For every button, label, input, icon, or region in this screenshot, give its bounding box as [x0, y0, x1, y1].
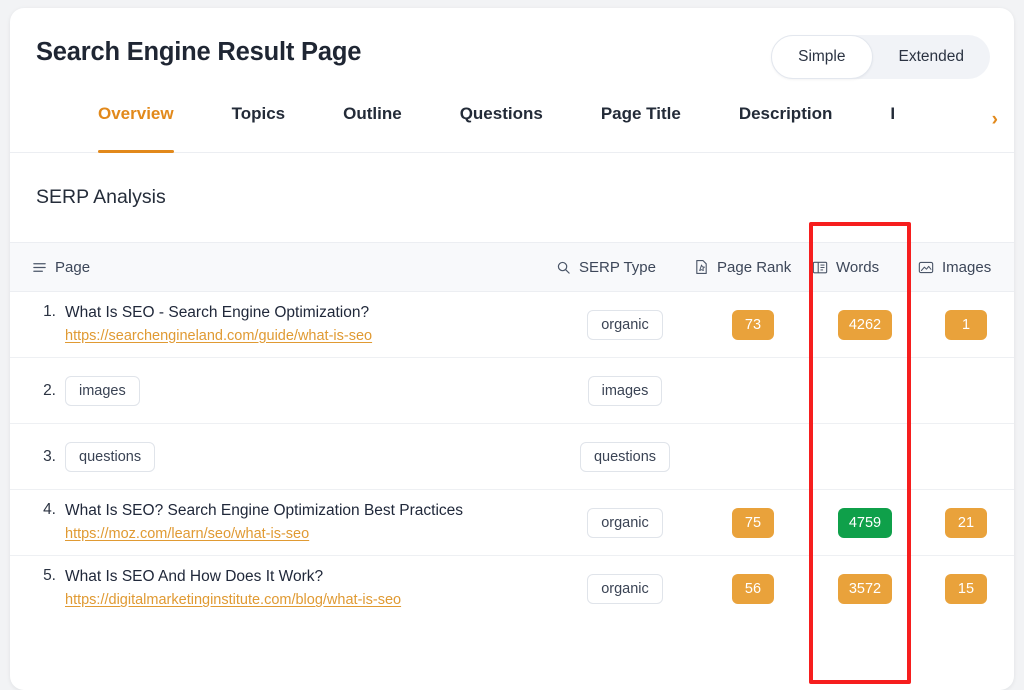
tab-overview[interactable]: Overview — [72, 96, 203, 153]
table-row[interactable]: 3. questions questions — [10, 424, 1014, 490]
list-icon — [32, 260, 47, 275]
result-title: What Is SEO And How Does It Work? — [65, 568, 324, 586]
serp-type-chip[interactable]: organic — [587, 309, 663, 340]
table-row[interactable]: 5. What Is SEO And How Does It Work? htt… — [10, 556, 1014, 622]
cell-images: 1 — [918, 309, 1014, 340]
table-row[interactable]: 1. What Is SEO - Search Engine Optimizat… — [10, 292, 1014, 358]
cell-words: 3572 — [812, 574, 918, 604]
cell-images: 21 — [918, 507, 1014, 538]
cell-page-rank: 75 — [694, 507, 812, 538]
page-rank-badge: 56 — [732, 574, 774, 604]
book-icon — [812, 260, 828, 275]
image-icon — [918, 260, 934, 275]
serp-card: Search Engine Result Page Simple Extende… — [10, 8, 1014, 690]
table-header-row: Page SERP Type Page Rank Words Images — [10, 242, 1014, 292]
words-badge: 4759 — [837, 507, 893, 538]
result-title: What Is SEO - Search Engine Optimization… — [65, 303, 370, 321]
tab-scroll-controls: › — [985, 104, 998, 134]
result-url[interactable]: https://digitalmarketinginstitute.com/bl… — [65, 591, 401, 611]
column-header-images-label: Images — [942, 258, 992, 276]
cell-images: 15 — [918, 574, 1014, 604]
column-header-words[interactable]: Words — [812, 259, 918, 276]
cell-words: 4262 — [812, 309, 918, 340]
cell-serp-type: organic — [556, 507, 694, 538]
column-header-page-rank-label: Page Rank — [717, 258, 792, 276]
view-mode-toggle[interactable]: Simple Extended — [771, 35, 990, 79]
table-row[interactable]: 2. images images — [10, 358, 1014, 424]
cell-page: 4. What Is SEO? Search Engine Optimizati… — [10, 501, 556, 544]
tab-bar: Overview Topics Outline Questions Page T… — [10, 96, 1014, 153]
cell-page: 3. questions — [10, 441, 556, 472]
view-mode-simple[interactable]: Simple — [771, 35, 873, 79]
cell-serp-type: images — [556, 375, 694, 406]
row-index: 1. — [43, 302, 56, 320]
serp-analysis-table: Page SERP Type Page Rank Words Images 1.… — [10, 242, 1014, 622]
result-url[interactable]: https://moz.com/learn/seo/what-is-seo — [65, 525, 463, 545]
result-title: What Is SEO? Search Engine Optimization … — [65, 501, 464, 519]
table-row[interactable]: 4. What Is SEO? Search Engine Optimizati… — [10, 490, 1014, 556]
images-badge: 15 — [945, 574, 987, 604]
table-body: 1. What Is SEO - Search Engine Optimizat… — [10, 292, 1014, 622]
tab-truncated[interactable]: I — [861, 96, 924, 153]
card-header: Search Engine Result Page Simple Extende… — [10, 8, 1014, 96]
row-index: 3. — [43, 447, 56, 465]
words-badge: 4262 — [837, 309, 893, 340]
row-index: 2. — [43, 381, 56, 399]
row-index: 4. — [43, 500, 56, 518]
result-url[interactable]: https://searchengineland.com/guide/what-… — [65, 327, 372, 347]
serp-type-chip[interactable]: organic — [587, 507, 663, 538]
page-type-chip[interactable]: questions — [65, 441, 156, 472]
column-header-images[interactable]: Images — [918, 259, 1014, 276]
column-header-page-rank[interactable]: Page Rank — [694, 259, 812, 276]
cell-serp-type: organic — [556, 574, 694, 604]
cell-page: 2. images — [10, 375, 556, 406]
search-icon — [556, 260, 571, 275]
cell-serp-type: questions — [556, 441, 694, 472]
tab-list: Overview Topics Outline Questions Page T… — [72, 96, 968, 153]
images-badge: 1 — [945, 309, 987, 340]
serp-type-chip[interactable]: questions — [579, 441, 671, 472]
tab-outline[interactable]: Outline — [314, 96, 431, 153]
column-header-page-label: Page — [55, 258, 91, 276]
cell-page-rank: 56 — [694, 574, 812, 604]
column-header-words-label: Words — [836, 258, 880, 276]
column-header-page[interactable]: Page — [10, 259, 556, 276]
tab-page-title[interactable]: Page Title — [572, 96, 710, 153]
cell-serp-type: organic — [556, 309, 694, 340]
page-title: Search Engine Result Page — [36, 38, 362, 66]
row-index: 5. — [43, 567, 56, 585]
cell-page: 5. What Is SEO And How Does It Work? htt… — [10, 567, 556, 610]
page-type-chip[interactable]: images — [65, 375, 140, 406]
chevron-right-icon[interactable]: › — [992, 110, 998, 129]
serp-type-chip[interactable]: organic — [587, 574, 663, 604]
images-badge: 21 — [945, 507, 987, 538]
page-rank-icon — [694, 259, 709, 275]
serp-type-chip[interactable]: images — [587, 375, 663, 406]
words-badge: 3572 — [837, 574, 893, 604]
page-rank-badge: 75 — [732, 507, 774, 538]
section-title: SERP Analysis — [36, 186, 166, 208]
tab-questions[interactable]: Questions — [431, 96, 572, 153]
cell-page: 1. What Is SEO - Search Engine Optimizat… — [10, 303, 556, 346]
view-mode-extended[interactable]: Extended — [873, 35, 991, 79]
column-header-serp-type[interactable]: SERP Type — [556, 259, 694, 276]
page-rank-badge: 73 — [732, 309, 774, 340]
cell-page-rank: 73 — [694, 309, 812, 340]
tab-description[interactable]: Description — [710, 96, 862, 153]
cell-words: 4759 — [812, 507, 918, 538]
tab-topics[interactable]: Topics — [203, 96, 315, 153]
column-header-serp-type-label: SERP Type — [579, 258, 656, 276]
